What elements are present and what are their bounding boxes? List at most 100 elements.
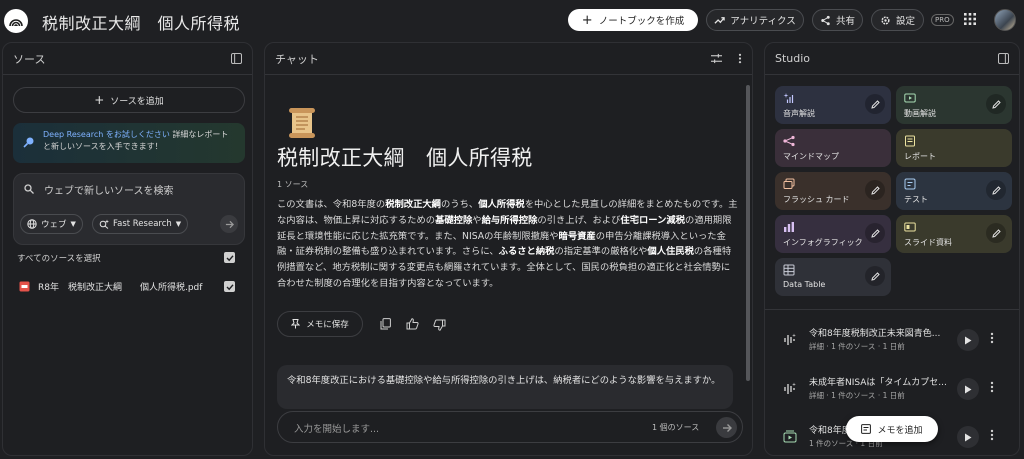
studio-tile-flashcard[interactable]: フラッシュ カード xyxy=(775,172,891,210)
source-list-item[interactable]: R8年 税制改正大綱 個人所得税.pdf xyxy=(17,279,247,295)
notebooklm-logo-icon[interactable] xyxy=(4,9,28,33)
share-label: 共有 xyxy=(835,16,855,27)
research-mode-chip[interactable]: Fast Research ▼ xyxy=(92,214,189,234)
save-to-note-button[interactable]: メモに保存 xyxy=(277,311,363,337)
web-filter-chip[interactable]: ウェブ ▼ xyxy=(20,214,83,234)
play-button[interactable] xyxy=(957,378,979,400)
audio-icon xyxy=(783,93,794,103)
input-source-count: 1 個のソース xyxy=(652,423,700,432)
studio-note-item[interactable]: 令和8年度税制改正未来図青色... 詳細 · 1 件のソース · 1 日前 xyxy=(775,320,1011,360)
edit-pencil-icon[interactable] xyxy=(865,94,885,114)
deep-research-link[interactable]: Deep Research をお試しください xyxy=(43,130,170,139)
summary-text: や xyxy=(472,214,482,226)
summary-keyword: 給与所得控除 xyxy=(481,214,538,226)
summary-keyword: 暗号資産 xyxy=(558,230,596,242)
edit-pencil-icon[interactable] xyxy=(986,223,1006,243)
edit-pencil-icon[interactable] xyxy=(865,180,885,200)
edit-pencil-icon[interactable] xyxy=(986,94,1006,114)
studio-panel: Studio 音声解説 動画解説 マインドマップ レポート フラッシュ カード … xyxy=(764,42,1020,456)
studio-tile-data-table[interactable]: Data Table xyxy=(775,258,891,296)
edit-pencil-icon[interactable] xyxy=(865,266,885,286)
chat-scrollbar[interactable] xyxy=(746,85,750,381)
note-title: 未成年者NISAは「タイムカプセ... xyxy=(809,378,947,388)
add-memo-button[interactable]: メモを追加 xyxy=(846,416,938,442)
research-chip-label: Fast Research xyxy=(113,219,172,229)
check-icon xyxy=(226,254,234,261)
play-button[interactable] xyxy=(957,329,979,351)
summary-text: の引き上げ、および xyxy=(537,214,621,226)
studio-tile-mindmap[interactable]: マインドマップ xyxy=(775,129,891,167)
edit-pencil-icon[interactable] xyxy=(865,223,885,243)
suggested-question[interactable]: 令和8年度改正における基礎控除や給与所得控除の引き上げは、納税者にどのような影響… xyxy=(277,365,733,409)
notebook-title[interactable]: 税制改正大綱 個人所得税 xyxy=(42,10,240,34)
settings-label: 設定 xyxy=(895,16,915,27)
sources-title: ソース xyxy=(13,52,46,66)
create-notebook-label: ノートブックを作成 xyxy=(598,16,685,27)
summary-text: この文書は、令和8年度の xyxy=(277,199,386,210)
chat-input-box: 入力を開始します... 1 個のソース xyxy=(277,411,743,443)
analytics-button[interactable]: アナリティクス xyxy=(706,9,804,31)
chat-input[interactable]: 入力を開始します... xyxy=(294,421,379,435)
avatar[interactable] xyxy=(994,9,1016,31)
copy-icon[interactable] xyxy=(380,318,391,330)
summary-keyword: 税制改正大綱 xyxy=(385,199,441,210)
quiz-icon xyxy=(904,178,916,190)
studio-tile-video[interactable]: 動画解説 xyxy=(896,86,1012,124)
trending-up-icon xyxy=(714,16,725,24)
edit-pencil-icon[interactable] xyxy=(986,180,1006,200)
more-vert-icon[interactable] xyxy=(738,53,742,64)
note-subtitle: 詳細 · 1 件のソース · 1 日前 xyxy=(809,342,905,351)
more-vert-icon[interactable] xyxy=(990,381,994,393)
more-vert-icon[interactable] xyxy=(990,429,994,441)
source-item-checkbox[interactable] xyxy=(224,281,235,292)
tune-icon[interactable] xyxy=(711,53,722,64)
thumbs-up-icon[interactable] xyxy=(406,318,419,330)
chat-source-count: 1 ソース xyxy=(277,180,309,189)
tile-label: インフォグラフィック xyxy=(783,238,863,247)
select-all-checkbox[interactable] xyxy=(224,252,235,263)
play-icon xyxy=(965,336,972,344)
sources-panel: ソース + ソースを追加 Deep Research をお試しください 詳細なレ… xyxy=(2,42,253,456)
top-bar: 税制改正大綱 個人所得税 + ノートブックを作成 アナリティクス 共有 設定 P… xyxy=(0,0,1024,40)
search-input[interactable]: ウェブで新しいソースを検索 xyxy=(44,182,174,197)
pin-icon xyxy=(291,319,301,329)
studio-tile-slides[interactable]: スライド資料 xyxy=(896,215,1012,253)
thumbs-down-icon[interactable] xyxy=(433,319,446,331)
table-icon xyxy=(783,264,795,276)
save-note-label: メモに保存 xyxy=(306,320,349,330)
tile-label: レポート xyxy=(904,152,936,161)
tile-label: マインドマップ xyxy=(783,152,839,161)
web-source-search: ウェブで新しいソースを検索 ウェブ ▼ Fast Research ▼ xyxy=(13,173,245,245)
plus-icon: + xyxy=(94,93,105,107)
mindmap-icon xyxy=(783,135,795,147)
studio-tile-quiz[interactable]: テスト xyxy=(896,172,1012,210)
globe-icon xyxy=(27,219,37,229)
deep-research-banner[interactable]: Deep Research をお試しください 詳細なレポート と新しいソースを入… xyxy=(13,123,245,163)
deep-research-icon xyxy=(23,137,34,148)
sources-header: ソース xyxy=(3,43,252,75)
add-source-button[interactable]: + ソースを追加 xyxy=(13,87,245,113)
notebook-summary: この文書は、令和8年度の税制改正大綱のうち、個人所得税を中心とした見直しの詳細を… xyxy=(277,197,739,292)
audio-note-icon xyxy=(784,333,796,345)
tile-label: 音声解説 xyxy=(783,109,815,118)
more-vert-icon[interactable] xyxy=(990,332,994,344)
submit-search-button[interactable] xyxy=(220,215,238,233)
chat-panel: チャット 税制改正大綱 個人所得税 1 ソース この文書は、令和8年度の税制改正… xyxy=(264,42,753,456)
arrow-right-icon xyxy=(225,220,234,228)
collapse-panel-icon[interactable] xyxy=(998,53,1009,64)
studio-tile-infographic[interactable]: インフォグラフィック xyxy=(775,215,891,253)
play-button[interactable] xyxy=(957,426,979,448)
create-notebook-button[interactable]: + ノートブックを作成 xyxy=(568,9,698,31)
settings-button[interactable]: 設定 xyxy=(871,9,924,31)
apps-grid-icon[interactable] xyxy=(964,13,976,25)
summary-keyword: 個人住民税 xyxy=(647,246,694,258)
studio-note-item[interactable]: 未成年者NISAは「タイムカプセ... 詳細 · 1 件のソース · 1 日前 xyxy=(775,369,1011,409)
studio-header: Studio xyxy=(765,43,1019,75)
note-title: 令和8年度税制改正未来図青色... xyxy=(809,329,941,339)
collapse-panel-icon[interactable] xyxy=(231,53,242,64)
send-button[interactable] xyxy=(716,417,737,438)
studio-tile-report[interactable]: レポート xyxy=(896,129,1012,167)
check-icon xyxy=(226,283,234,290)
studio-tile-audio[interactable]: 音声解説 xyxy=(775,86,891,124)
share-button[interactable]: 共有 xyxy=(812,9,863,31)
